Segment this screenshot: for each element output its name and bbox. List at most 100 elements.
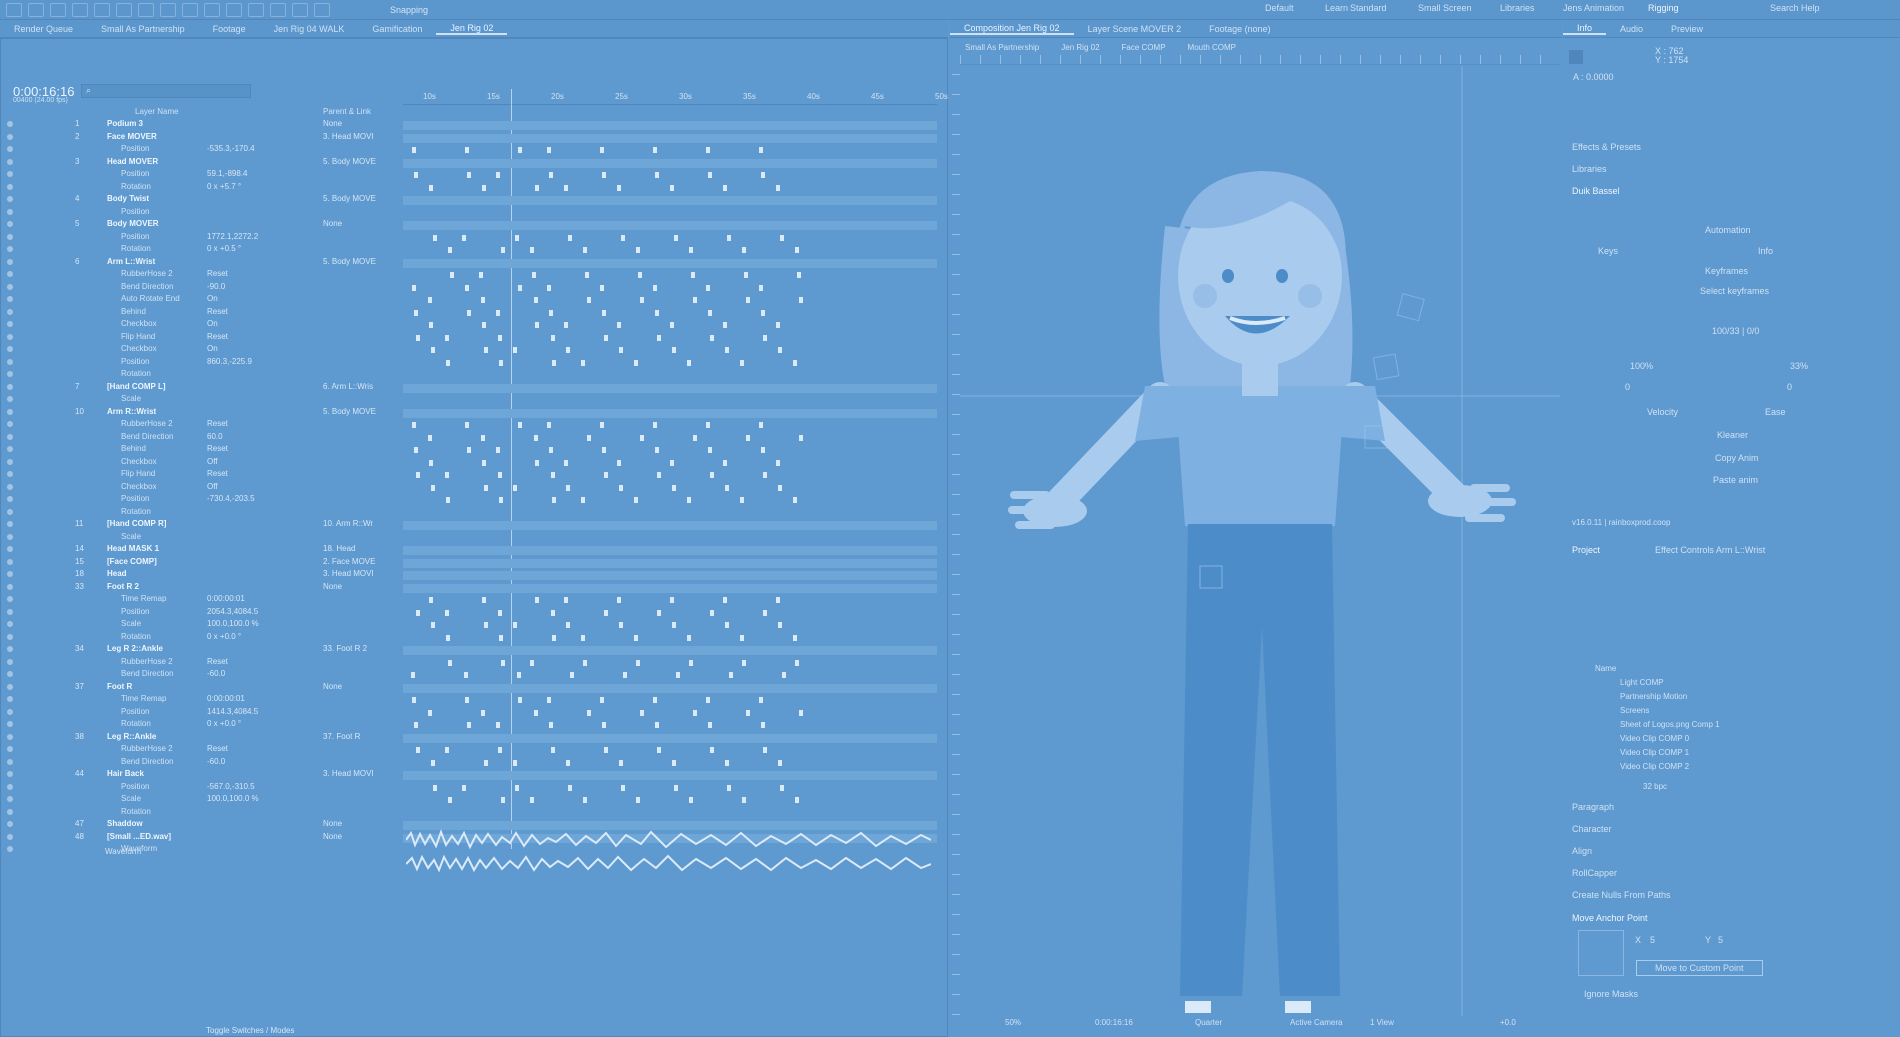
parent-dropdown[interactable]: None xyxy=(323,832,342,841)
keyframe[interactable] xyxy=(761,447,765,453)
keyframe[interactable] xyxy=(566,622,570,628)
workspace-jens-animation[interactable]: Jens Animation xyxy=(1563,3,1624,13)
keyframe[interactable] xyxy=(793,497,797,503)
tab-gamification[interactable]: Gamification xyxy=(358,24,436,34)
keyframe[interactable] xyxy=(740,359,744,366)
keyframe[interactable] xyxy=(467,172,471,178)
keyframe[interactable] xyxy=(600,147,604,153)
layer-row[interactable]: 4 Body Twist 5. Body MOVE xyxy=(1,194,401,206)
keyframe[interactable] xyxy=(763,334,767,341)
layer-row[interactable]: 15 [Face COMP] 2. Face MOVE xyxy=(1,557,401,569)
layer-row[interactable]: 3 Head MOVER 5. Body MOVE xyxy=(1,157,401,169)
brush-tool-icon[interactable] xyxy=(226,2,242,17)
property-row[interactable]: Scale 100.0,100.0 % xyxy=(1,619,401,631)
rotate-tool-icon[interactable] xyxy=(94,2,110,17)
keyframe[interactable] xyxy=(496,722,500,728)
switch-icons[interactable] xyxy=(7,808,41,817)
property-row[interactable]: Checkbox Off xyxy=(1,482,401,494)
keyframe[interactable] xyxy=(687,359,691,366)
parent-dropdown[interactable]: None xyxy=(323,819,342,828)
keyframe[interactable] xyxy=(653,697,657,703)
influence-out[interactable]: 33% xyxy=(1790,361,1808,371)
switch-icons[interactable] xyxy=(7,696,41,704)
keyframe[interactable] xyxy=(636,659,640,666)
workspace-rigging[interactable]: Rigging xyxy=(1648,3,1679,13)
keyframe[interactable] xyxy=(636,797,640,803)
hand-tool-icon[interactable] xyxy=(50,2,66,17)
switch-icons[interactable] xyxy=(7,508,41,517)
bit-depth[interactable]: 32 bpc xyxy=(1643,782,1667,791)
keyframe[interactable] xyxy=(621,234,625,241)
keyframe[interactable] xyxy=(640,297,644,303)
keyframe[interactable] xyxy=(501,247,505,253)
row-value[interactable]: 0:00:00:01 xyxy=(207,694,245,703)
keyframe[interactable] xyxy=(462,784,466,791)
row-value[interactable]: 0 x +0.0 ° xyxy=(207,719,241,728)
switch-icons[interactable] xyxy=(7,296,41,304)
keyframe[interactable] xyxy=(481,709,485,716)
switch-icons[interactable] xyxy=(7,671,41,679)
keyframe[interactable] xyxy=(581,359,585,366)
keyframe[interactable] xyxy=(535,184,539,191)
keyframe[interactable] xyxy=(602,722,606,728)
property-row[interactable]: Checkbox Off xyxy=(1,457,401,469)
keyframe[interactable] xyxy=(465,284,469,291)
resolution-dropdown[interactable]: Quarter xyxy=(1195,1018,1222,1027)
duik-info[interactable]: Info xyxy=(1758,246,1773,256)
keyframe[interactable] xyxy=(759,284,763,291)
keyframe[interactable] xyxy=(670,322,674,328)
keyframe[interactable] xyxy=(496,172,500,178)
switch-icons[interactable] xyxy=(7,271,41,279)
keyframe[interactable] xyxy=(742,659,746,666)
switch-icons[interactable] xyxy=(7,358,41,367)
switch-icons[interactable] xyxy=(7,621,41,629)
workspace-learn[interactable]: Learn xyxy=(1325,3,1348,13)
row-value[interactable]: 100.0,100.0 % xyxy=(207,619,259,628)
pen-tool-icon[interactable] xyxy=(182,2,198,17)
switch-icons[interactable] xyxy=(7,421,41,429)
composition-viewer[interactable] xyxy=(960,66,1560,1016)
parent-dropdown[interactable]: None xyxy=(323,682,342,691)
property-row[interactable]: Rotation xyxy=(1,807,401,819)
breadcrumb-jen-rig[interactable]: Jen Rig 02 xyxy=(1061,43,1099,52)
keyframe[interactable] xyxy=(414,309,418,316)
keyframe[interactable] xyxy=(549,722,553,728)
keyframe[interactable] xyxy=(776,597,780,603)
keyframe[interactable] xyxy=(725,347,729,353)
keyframe[interactable] xyxy=(467,722,471,728)
keyframe[interactable] xyxy=(617,597,621,603)
anchor-x-input[interactable]: 5 xyxy=(1650,935,1655,945)
keyframe[interactable] xyxy=(549,172,553,178)
tab-effect-controls[interactable]: Effect Controls Arm L::Wrist xyxy=(1655,545,1765,555)
keyframe[interactable] xyxy=(763,472,767,478)
comp-timecode[interactable]: 0:00:16:16 xyxy=(1095,1018,1133,1027)
row-value[interactable]: On xyxy=(207,344,218,353)
keyframe[interactable] xyxy=(535,322,539,328)
switch-icons[interactable] xyxy=(7,771,41,779)
keyframe[interactable] xyxy=(448,659,452,666)
keyframe[interactable] xyxy=(729,672,733,678)
duik-keyframes[interactable]: Keyframes xyxy=(1705,266,1748,276)
keyframe[interactable] xyxy=(672,484,676,491)
keyframe[interactable] xyxy=(530,797,534,803)
keyframe[interactable] xyxy=(564,322,568,328)
keyframe[interactable] xyxy=(587,297,591,303)
keyframe[interactable] xyxy=(600,422,604,428)
switch-icons[interactable] xyxy=(7,571,41,579)
keyframe[interactable] xyxy=(484,622,488,628)
switch-icons[interactable] xyxy=(7,446,41,454)
copy-anim-button[interactable]: Copy Anim xyxy=(1715,453,1759,463)
property-row[interactable]: RubberHose 2 Reset xyxy=(1,269,401,281)
row-value[interactable]: 1772.1,2272.2 xyxy=(207,232,258,241)
switch-icons[interactable] xyxy=(7,183,41,192)
project-item[interactable]: Video Clip COMP 1 xyxy=(1620,748,1689,757)
keyframe[interactable] xyxy=(416,472,420,478)
parent-dropdown[interactable]: 33. Foot R 2 xyxy=(323,644,367,653)
keyframe[interactable] xyxy=(446,634,450,641)
layer-bar[interactable] xyxy=(403,558,937,568)
zoom-dropdown[interactable]: 50% xyxy=(1005,1018,1021,1027)
keyframe[interactable] xyxy=(564,184,568,191)
switch-icons[interactable] xyxy=(7,496,41,504)
camera-tool-icon[interactable] xyxy=(116,2,132,17)
property-row[interactable]: Rotation 0 x +0.0 ° xyxy=(1,632,401,644)
